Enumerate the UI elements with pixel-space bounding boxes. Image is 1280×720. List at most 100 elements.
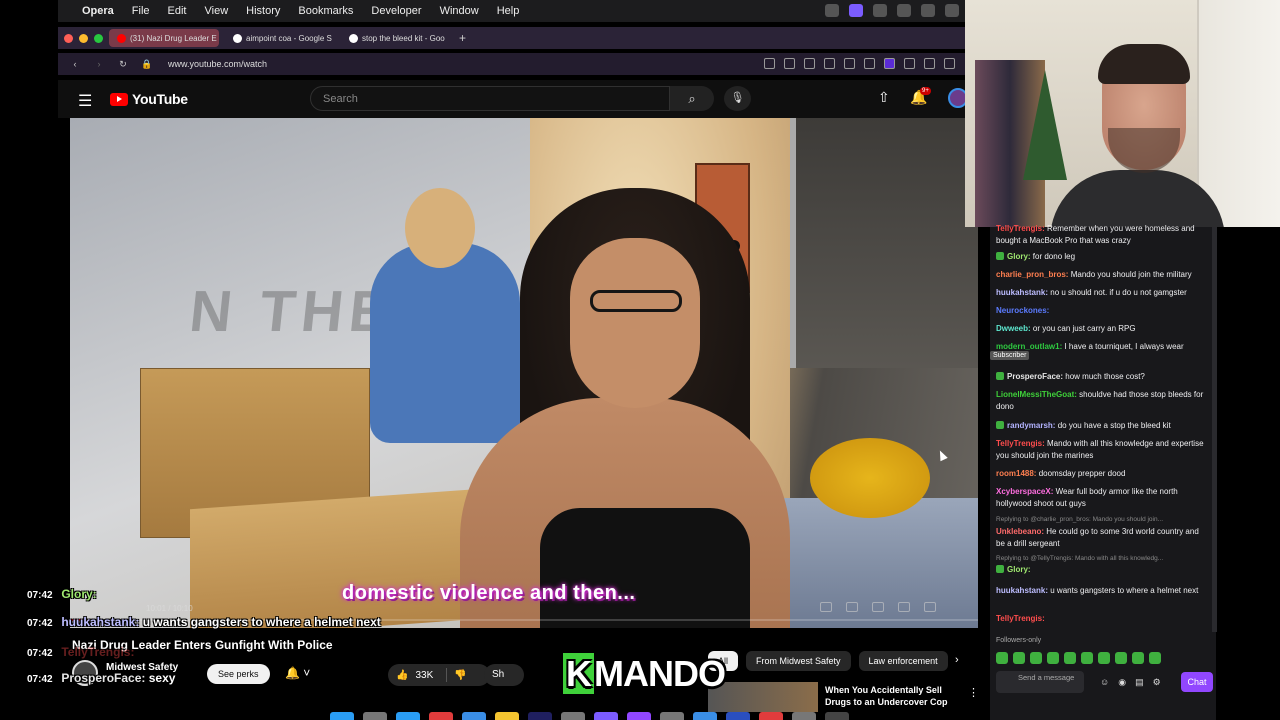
- shield-icon[interactable]: [804, 58, 815, 69]
- emote-icon[interactable]: [1115, 652, 1127, 664]
- back-icon[interactable]: ‹: [68, 59, 82, 69]
- emote-picker-icon[interactable]: ☺: [1100, 677, 1109, 688]
- chat-username[interactable]: TellyTrengis:: [996, 224, 1045, 233]
- camera-icon[interactable]: [784, 58, 795, 69]
- cube-icon[interactable]: [944, 58, 955, 69]
- dock-app-icon[interactable]: [825, 712, 849, 720]
- dock-app-icon[interactable]: [429, 712, 453, 720]
- chat-username[interactable]: Dwweeb:: [996, 324, 1031, 333]
- chat-send-button[interactable]: Chat: [1181, 672, 1213, 692]
- chevron-right-icon[interactable]: ›: [955, 654, 959, 666]
- list-icon[interactable]: [904, 58, 915, 69]
- search-input[interactable]: Search: [310, 86, 670, 111]
- thumbs-down-icon[interactable]: 👎: [454, 670, 466, 681]
- dock-app-icon[interactable]: [396, 712, 420, 720]
- url-field[interactable]: www.youtube.com/watch: [168, 59, 267, 69]
- chat-username[interactable]: ProsperoFace:: [1007, 372, 1063, 381]
- dock-app-icon[interactable]: [594, 712, 618, 720]
- autoplay-icon[interactable]: [820, 602, 832, 612]
- menu-window[interactable]: Window: [440, 5, 479, 17]
- close-window-button[interactable]: [64, 33, 73, 43]
- chat-username[interactable]: Glory:: [1007, 565, 1031, 574]
- recommended-video-title[interactable]: When You Accidentally Sell Drugs to an U…: [825, 684, 960, 708]
- chat-username[interactable]: LionelMessiTheGoat:: [996, 390, 1077, 399]
- menu-view[interactable]: View: [205, 5, 229, 17]
- menu-app-name[interactable]: Opera: [82, 5, 114, 17]
- chat-username[interactable]: XcyberspaceX:: [996, 487, 1053, 496]
- chat-username[interactable]: room1488:: [996, 469, 1036, 478]
- toolbar-icon[interactable]: [764, 58, 775, 69]
- menu-bookmarks[interactable]: Bookmarks: [298, 5, 353, 17]
- emote-icon[interactable]: [1081, 652, 1093, 664]
- video-player[interactable]: N THE RE: [70, 118, 978, 628]
- chip-from-channel[interactable]: From Midwest Safety: [746, 651, 851, 671]
- dock-app-icon[interactable]: [627, 712, 651, 720]
- points-icon[interactable]: ◉: [1118, 677, 1126, 688]
- status-icon[interactable]: [897, 4, 911, 17]
- emote-icon[interactable]: [996, 652, 1008, 664]
- chat-username[interactable]: Unklebeano:: [996, 527, 1044, 536]
- maximize-window-button[interactable]: [94, 33, 103, 43]
- chip-law-enforcement[interactable]: Law enforcement: [858, 651, 948, 671]
- download-icon[interactable]: [844, 58, 855, 69]
- search-button[interactable]: ⌕: [670, 86, 714, 111]
- dock-app-icon[interactable]: [462, 712, 486, 720]
- forward-icon[interactable]: ›: [92, 59, 106, 69]
- account-icon[interactable]: [924, 58, 935, 69]
- emote-icon[interactable]: [1098, 652, 1110, 664]
- status-icon[interactable]: [825, 4, 839, 17]
- menu-developer[interactable]: Developer: [371, 5, 421, 17]
- play-icon[interactable]: [824, 58, 835, 69]
- dock-app-icon[interactable]: [726, 712, 750, 720]
- chat-username[interactable]: TellyTrengis:: [996, 439, 1045, 448]
- dock-app-icon[interactable]: [495, 712, 519, 720]
- dock-app-icon[interactable]: [363, 712, 387, 720]
- more-options-icon[interactable]: ⋮: [968, 686, 979, 699]
- dock-app-icon[interactable]: [792, 712, 816, 720]
- status-icon[interactable]: [945, 4, 959, 17]
- emote-icon[interactable]: [1047, 652, 1059, 664]
- stats-icon[interactable]: ▤: [1135, 677, 1144, 688]
- menu-icon[interactable]: ☰: [78, 91, 92, 111]
- minimize-window-button[interactable]: [79, 33, 88, 43]
- chat-username[interactable]: TellyTrengis:: [996, 614, 1045, 623]
- emote-icon[interactable]: [1149, 652, 1161, 664]
- settings-gear-icon[interactable]: [872, 602, 884, 612]
- menu-history[interactable]: History: [246, 5, 280, 17]
- share-button[interactable]: Sh: [484, 664, 524, 686]
- dock-app-icon[interactable]: [759, 712, 783, 720]
- chat-username[interactable]: Glory:: [1007, 252, 1031, 261]
- chat-scrollbar[interactable]: [1212, 227, 1217, 632]
- heart-icon[interactable]: [864, 58, 875, 69]
- fullscreen-icon[interactable]: [924, 602, 936, 612]
- dock-app-icon[interactable]: [660, 712, 684, 720]
- captions-icon[interactable]: [846, 602, 858, 612]
- status-icon[interactable]: [921, 4, 935, 17]
- browser-tab[interactable]: stop the bleed kit - Goo: [341, 29, 451, 47]
- dock-app-icon[interactable]: [693, 712, 717, 720]
- chat-username[interactable]: charlie_pron_bros:: [996, 270, 1068, 279]
- new-tab-button[interactable]: +: [459, 31, 466, 45]
- chat-username[interactable]: Neurockones:: [996, 306, 1049, 315]
- menu-help[interactable]: Help: [497, 5, 520, 17]
- chat-username[interactable]: huukahstank:: [996, 288, 1048, 297]
- chat-username[interactable]: modern_outlaw1:: [996, 342, 1062, 351]
- dock-app-icon[interactable]: [528, 712, 552, 720]
- chat-username[interactable]: randymarsh:: [1007, 421, 1055, 430]
- dock-app-icon[interactable]: [330, 712, 354, 720]
- voice-search-button[interactable]: 🎙: [724, 86, 751, 111]
- reload-icon[interactable]: ↻: [116, 59, 130, 70]
- upload-icon[interactable]: ⇧: [878, 89, 890, 106]
- chat-message-input[interactable]: Send a message: [996, 671, 1084, 693]
- emote-icon[interactable]: [1064, 652, 1076, 664]
- emote-icon[interactable]: [1030, 652, 1042, 664]
- youtube-logo[interactable]: YouTube: [110, 91, 188, 107]
- chat-username[interactable]: huukahstank:: [996, 586, 1048, 595]
- extension-icon[interactable]: [884, 58, 895, 69]
- browser-tab[interactable]: (31) Nazi Drug Leader E: [109, 29, 219, 47]
- like-button[interactable]: 👍 33K 👎: [388, 664, 490, 686]
- browser-tab[interactable]: aimpoint coa - Google S: [225, 29, 335, 47]
- miniplayer-icon[interactable]: [898, 602, 910, 612]
- status-icon[interactable]: [873, 4, 887, 17]
- see-perks-button[interactable]: See perks: [207, 664, 270, 684]
